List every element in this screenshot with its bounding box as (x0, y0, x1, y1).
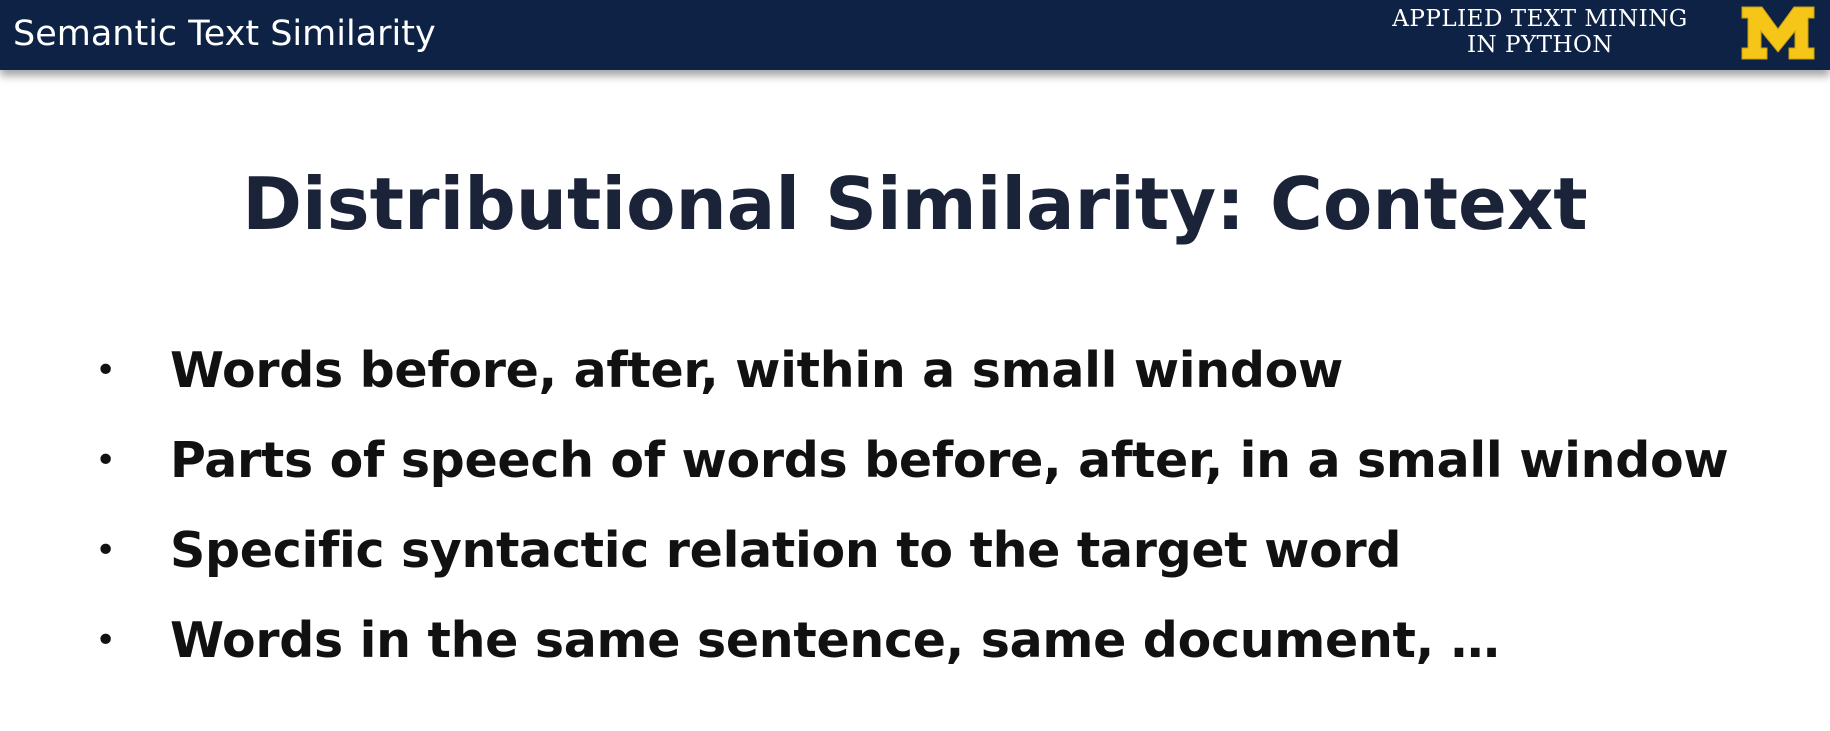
bullet-icon: • (95, 619, 117, 661)
slide-title: Distributional Similarity: Context (242, 162, 1588, 246)
course-title-line-1: APPLIED TEXT MINING (1392, 6, 1688, 32)
bullet-item: • Parts of speech of words before, after… (95, 415, 1729, 505)
bullet-item: • Words in the same sentence, same docum… (95, 595, 1728, 685)
bullet-icon: • (95, 439, 117, 481)
section-title: Semantic Text Similarity (13, 14, 436, 54)
course-title-line-2: IN PYTHON (1466, 32, 1614, 58)
header-bar: Semantic Text Similarity APPLIED TEXT MI… (0, 0, 1830, 70)
bullet-list: • Words before, after, within a small wi… (95, 325, 1729, 685)
bullet-text: Parts of speech of words before, after, … (170, 431, 1729, 489)
course-title: APPLIED TEXT MINING IN PYTHON (1375, 6, 1705, 58)
bullet-icon: • (95, 349, 117, 391)
bullet-text: Specific syntactic relation to the targe… (170, 521, 1402, 579)
bullet-text: Words before, after, within a small wind… (170, 341, 1343, 399)
bullet-text: Words in the same sentence, same documen… (170, 611, 1500, 669)
bullet-item: • Specific syntactic relation to the tar… (95, 505, 1728, 595)
slide: Semantic Text Similarity APPLIED TEXT MI… (0, 0, 1830, 731)
bullet-item: • Words before, after, within a small wi… (95, 325, 1728, 415)
bullet-icon: • (95, 529, 117, 571)
block-m-logo-icon (1741, 6, 1815, 60)
